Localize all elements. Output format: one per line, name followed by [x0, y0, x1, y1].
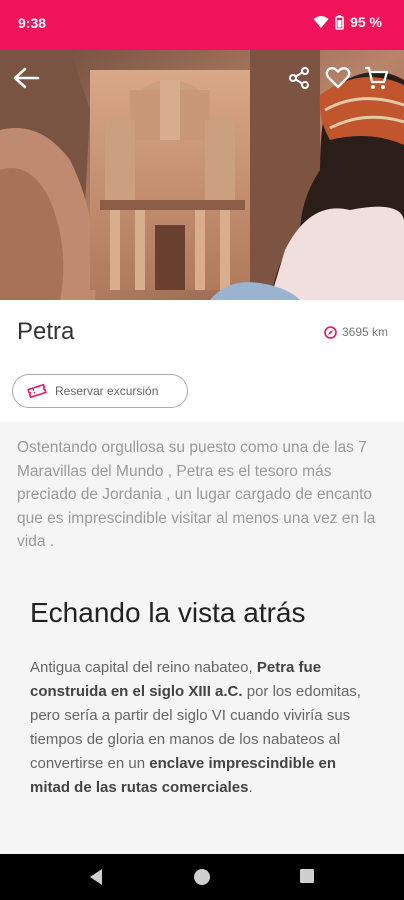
- distance-info: 3695 km: [324, 325, 388, 339]
- page-title: Petra: [17, 318, 75, 345]
- back-button[interactable]: [12, 64, 40, 92]
- cart-icon: [365, 66, 389, 89]
- text-segment: Antigua capital del reino nabateo,: [30, 659, 257, 676]
- share-button[interactable]: [285, 64, 313, 92]
- wifi-icon: [313, 16, 329, 28]
- favorite-button[interactable]: [324, 64, 352, 92]
- battery-icon: [335, 14, 344, 30]
- arrow-left-icon: [13, 67, 40, 89]
- nav-home-icon[interactable]: [193, 868, 211, 886]
- reserve-excursion-button[interactable]: Reservar excursión: [12, 374, 188, 408]
- compass-icon: [324, 325, 337, 339]
- ticket-icon: [27, 383, 47, 399]
- content-area: Ostentando orgullosa su puesto como una …: [0, 422, 404, 854]
- system-nav-bar: [0, 854, 404, 900]
- battery-level: 95 %: [350, 14, 382, 30]
- hero-image: [0, 50, 404, 300]
- share-icon: [289, 67, 309, 89]
- status-time: 9:38: [18, 15, 47, 31]
- status-icons: 95 %: [313, 14, 382, 30]
- distance-value: 3695 km: [341, 325, 388, 339]
- status-bar: 9:38 95 %: [0, 0, 404, 50]
- section-paragraph: Antigua capital del reino nabateo, Petra…: [30, 656, 370, 800]
- intro-paragraph: Ostentando orgullosa su puesto como una …: [17, 439, 376, 550]
- place-header: Petra 3695 km: [0, 300, 404, 360]
- heart-icon: [325, 66, 351, 89]
- text-segment: .: [248, 779, 253, 796]
- cart-button[interactable]: [362, 64, 390, 92]
- nav-back-icon[interactable]: [88, 868, 104, 886]
- nav-recents-icon[interactable]: [299, 868, 315, 884]
- section-title: Echando la vista atrás: [30, 597, 306, 628]
- reserve-excursion-label: Reservar excursión: [55, 384, 159, 398]
